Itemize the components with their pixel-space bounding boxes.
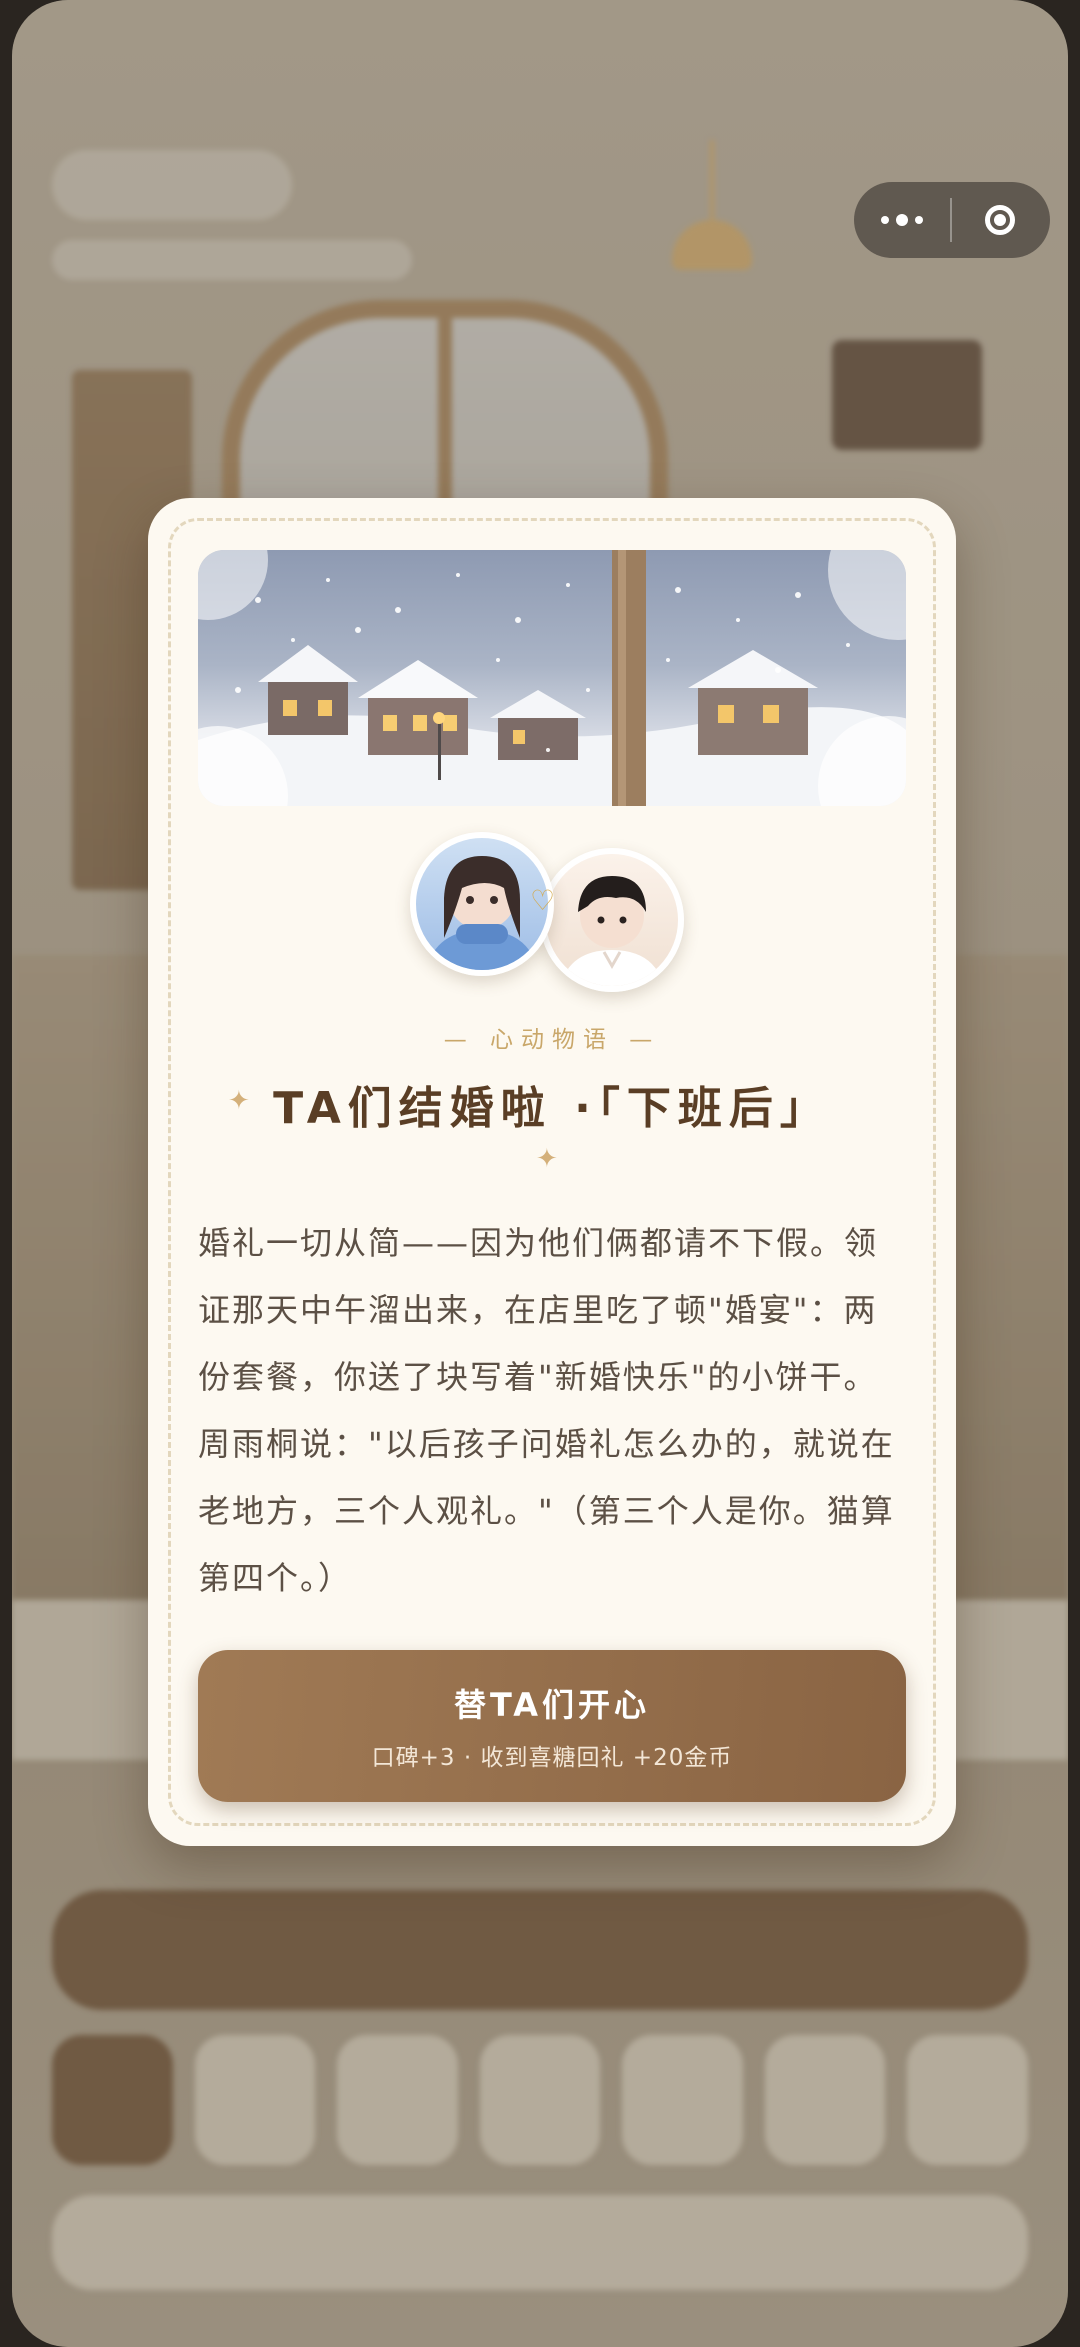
- event-modal: ♡ — 心动物语 — ✦ TA们结婚啦 ·「下班后」 ✦ 婚礼一切从简——因为他…: [148, 498, 956, 1846]
- snow-window-banner: [198, 550, 906, 806]
- miniprogram-capsule: [854, 182, 1050, 258]
- heart-icon: ♡: [530, 884, 556, 917]
- event-title: TA们结婚啦 ·「下班后」: [273, 1083, 831, 1134]
- boy-avatar: [540, 848, 684, 992]
- cta-reward: 口碑+3 · 收到喜糖回礼 +20金币: [371, 1745, 733, 1771]
- more-dots-icon[interactable]: [854, 182, 950, 258]
- story-subtitle: — 心动物语 —: [443, 1027, 661, 1053]
- target-close-icon[interactable]: [952, 182, 1048, 258]
- sparkle-icon: ✦: [536, 1144, 558, 1174]
- event-description: 婚礼一切从简——因为他们俩都请不下假。领证那天中午溜出来，在店里吃了顿"婚宴"：…: [198, 1224, 895, 1597]
- couple-avatars: ♡: [410, 832, 700, 992]
- screen: ♡ — 心动物语 — ✦ TA们结婚啦 ·「下班后」 ✦ 婚礼一切从简——因为他…: [12, 0, 1068, 2347]
- be-happy-button[interactable]: 替TA们开心 口碑+3 · 收到喜糖回礼 +20金币: [198, 1650, 906, 1802]
- cta-label: 替TA们开心: [453, 1686, 651, 1724]
